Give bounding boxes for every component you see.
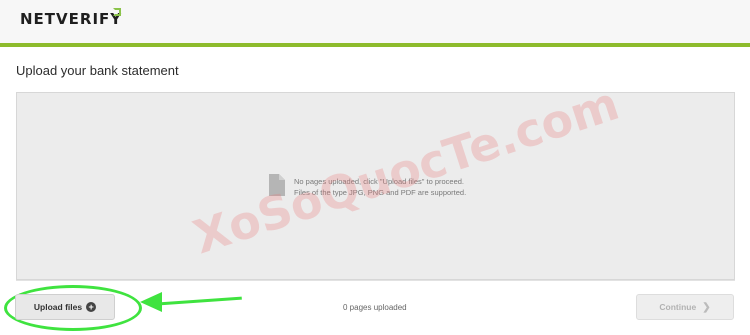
app-header: NETVERIFY xyxy=(0,0,750,43)
plus-circle-icon: + xyxy=(86,302,97,312)
page-title: Upload your bank statement xyxy=(16,63,179,78)
annotation-arrow-head-icon xyxy=(140,292,162,312)
main-content: Upload your bank statement No pages uplo… xyxy=(0,47,750,335)
continue-label: Continue xyxy=(659,302,697,312)
dropzone-message-line2: Files of the type JPG, PNG and PDF are s… xyxy=(294,188,467,197)
watermark: XoSoQuocTe.com xyxy=(187,76,626,265)
dropzone-message: No pages uploaded, click "Upload files" … xyxy=(294,176,466,198)
dropzone-message-line1: No pages uploaded, click "Upload files" … xyxy=(294,177,465,186)
document-icon xyxy=(269,174,285,196)
continue-button[interactable]: Continue ❯ xyxy=(636,294,734,320)
pages-uploaded-status: 0 pages uploaded xyxy=(343,303,407,312)
upload-files-label: Upload files xyxy=(33,302,83,312)
footer-divider xyxy=(16,280,735,281)
chevron-right-icon: ❯ xyxy=(702,301,711,313)
annotation-arrow-shaft xyxy=(149,296,242,306)
brand-logo: NETVERIFY xyxy=(20,10,123,28)
upload-files-button[interactable]: Upload files + xyxy=(15,294,115,320)
upload-dropzone[interactable]: No pages uploaded, click "Upload files" … xyxy=(16,76,735,280)
brand-mark-icon xyxy=(113,8,121,16)
